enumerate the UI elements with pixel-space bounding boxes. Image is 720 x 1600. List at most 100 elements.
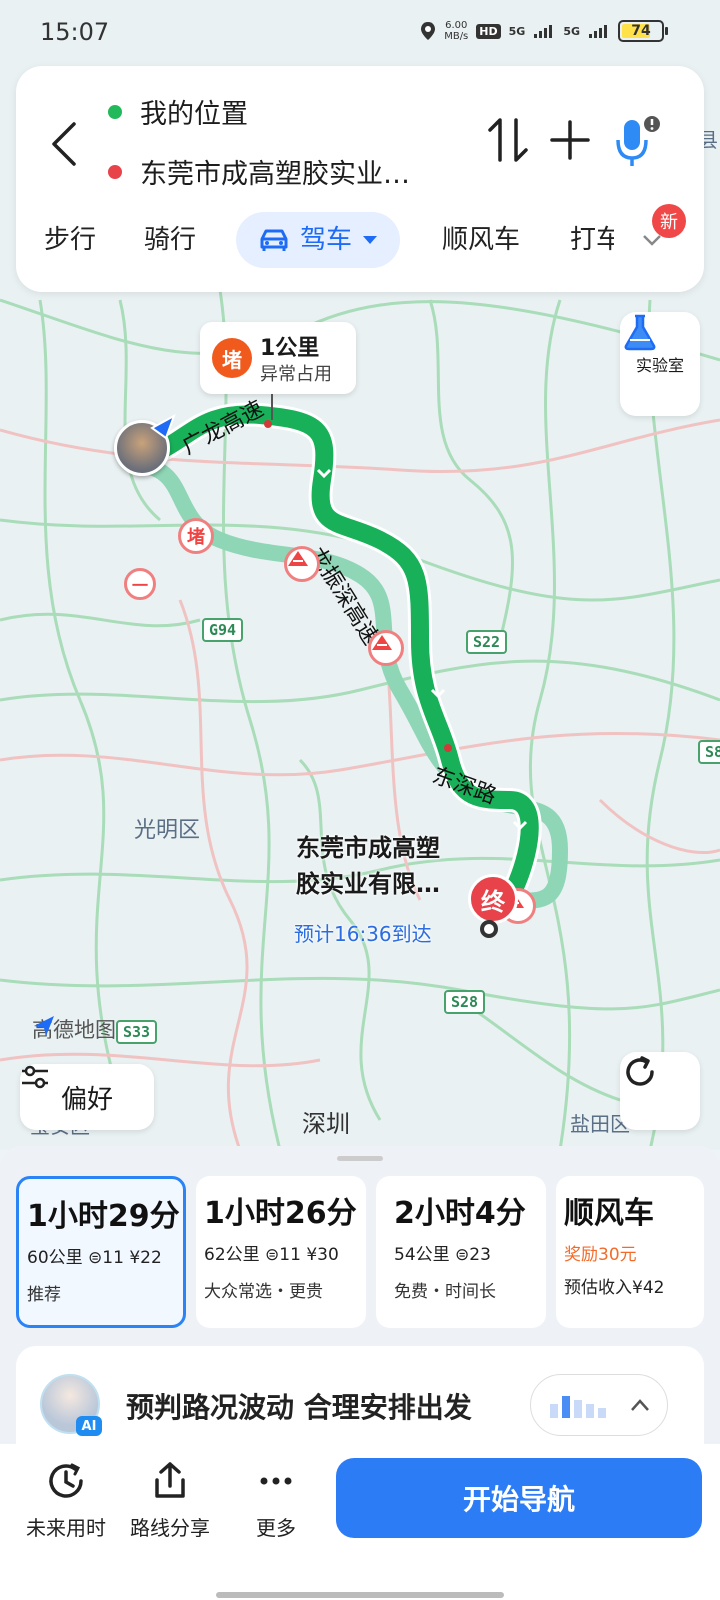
chevron-down-icon[interactable] bbox=[642, 234, 662, 248]
route-lights: 11 bbox=[102, 1248, 124, 1268]
route-lights: 23 bbox=[469, 1245, 491, 1265]
preference-button[interactable]: 偏好 bbox=[20, 1064, 154, 1130]
share-route-button[interactable]: 路线分享 bbox=[120, 1460, 220, 1541]
route-distance: 54公里 bbox=[394, 1245, 450, 1265]
jam-description: 异常占用 bbox=[260, 364, 332, 385]
bottom-action-bar: 未来用时 路线分享 更多 开始导航 bbox=[0, 1444, 720, 1600]
jam-badge-icon: 堵 bbox=[212, 338, 252, 378]
ai-expand-button[interactable] bbox=[530, 1374, 668, 1436]
more-label: 更多 bbox=[256, 1516, 296, 1540]
destination-field[interactable]: 东莞市成高塑胶实业… bbox=[108, 152, 410, 191]
flask-icon bbox=[624, 314, 656, 351]
jam-marker-icon[interactable]: 堵 bbox=[178, 518, 214, 554]
carpool-reward: 奖励30元 bbox=[564, 1245, 637, 1265]
callout-stem bbox=[271, 394, 273, 420]
back-button[interactable] bbox=[44, 114, 84, 174]
chevron-up-icon bbox=[631, 1399, 649, 1411]
location-icon bbox=[421, 22, 436, 40]
highway-shield-g94: G94 bbox=[202, 618, 244, 642]
route-input-card: 我的位置 东莞市成高塑胶实业… 步行 骑行 驾车 顺风车 打车 新 bbox=[16, 66, 704, 292]
status-bar: 15:07 6.00 MB/s HD 5G 5G 74 bbox=[0, 0, 720, 64]
new-badge: 新 bbox=[652, 204, 686, 238]
route-time: 1小时26分 bbox=[204, 1196, 357, 1231]
signal-icon bbox=[534, 25, 553, 38]
start-navigation-button[interactable]: 开始导航 bbox=[336, 1458, 702, 1538]
route-tag: 推荐 bbox=[27, 1285, 61, 1305]
eta-label: 预计16:36到达 bbox=[294, 922, 432, 946]
traffic-light-icon: ⊜ bbox=[455, 1245, 470, 1265]
tab-walk[interactable]: 步行 bbox=[44, 212, 96, 268]
share-route-label: 路线分享 bbox=[130, 1516, 210, 1540]
bar-graph-icon bbox=[550, 1396, 606, 1418]
microphone-icon bbox=[616, 116, 660, 166]
refresh-icon bbox=[626, 1056, 654, 1086]
signal-5g-label: 5G bbox=[508, 24, 526, 38]
tab-drive-label: 驾车 bbox=[300, 225, 353, 255]
battery-level: 74 bbox=[631, 23, 651, 39]
route-time: 2小时4分 bbox=[394, 1196, 526, 1231]
share-icon bbox=[155, 1462, 185, 1498]
hd-badge: HD bbox=[476, 23, 501, 39]
origin-text: 我的位置 bbox=[140, 99, 248, 130]
jam-callout[interactable]: 堵 1公里 异常占用 bbox=[200, 322, 356, 394]
tab-carpool[interactable]: 顺风车 bbox=[442, 212, 520, 268]
signal-5g-label-2: 5G bbox=[563, 24, 580, 38]
car-icon bbox=[260, 229, 288, 251]
route-time: 1小时29分 bbox=[27, 1199, 180, 1234]
sheet-handle[interactable] bbox=[337, 1156, 383, 1161]
future-time-label: 未来用时 bbox=[26, 1516, 106, 1540]
back-arrow-icon bbox=[52, 122, 76, 166]
lab-label: 实验室 bbox=[635, 356, 684, 375]
highway-shield-s33: S33 bbox=[116, 1020, 158, 1044]
tab-bike[interactable]: 骑行 bbox=[144, 212, 196, 268]
preference-label: 偏好 bbox=[60, 1084, 113, 1115]
tab-drive[interactable]: 驾车 bbox=[236, 212, 401, 268]
lab-button[interactable]: 实验室 bbox=[620, 312, 700, 416]
route-info: 54公里 ⊜23 bbox=[384, 1240, 538, 1265]
future-time-button[interactable]: 未来用时 bbox=[16, 1460, 116, 1541]
ai-badge: AI bbox=[76, 1416, 102, 1436]
traffic-light-icon: ⊜ bbox=[265, 1245, 280, 1265]
add-waypoint-button[interactable] bbox=[546, 114, 594, 166]
battery-icon: 74 bbox=[618, 20, 668, 42]
route-option-1[interactable]: 1小时29分 60公里 ⊜11 ¥22 推荐 bbox=[16, 1176, 186, 1328]
route-fee: ¥30 bbox=[306, 1245, 339, 1265]
caret-down-icon bbox=[363, 236, 378, 244]
more-button[interactable]: 更多 bbox=[226, 1460, 326, 1541]
route-option-2[interactable]: 1小时26分 62公里 ⊜11 ¥30 大众常选・更贵 bbox=[196, 1176, 366, 1328]
origin-field[interactable]: 我的位置 bbox=[108, 92, 248, 131]
destination-pin-icon bbox=[480, 920, 498, 938]
route-fee: ¥22 bbox=[129, 1248, 162, 1268]
amap-logo-icon bbox=[34, 1016, 54, 1036]
destination-label: 东莞市成高塑 胶实业有限… bbox=[296, 830, 440, 902]
construction-icon[interactable] bbox=[284, 546, 320, 582]
clock-icon bbox=[49, 1463, 83, 1498]
highway-shield-s28: S28 bbox=[444, 990, 486, 1014]
route-time: 顺风车 bbox=[564, 1196, 654, 1231]
swap-button[interactable] bbox=[486, 114, 530, 166]
destination-label-line2: 胶实业有限… bbox=[296, 870, 440, 898]
construction-icon[interactable] bbox=[368, 630, 404, 666]
voice-input-button[interactable] bbox=[610, 112, 666, 170]
route-option-carpool[interactable]: 顺风车 奖励30元 预估收入¥42 bbox=[556, 1176, 704, 1328]
refresh-button[interactable] bbox=[620, 1052, 700, 1130]
highway-shield-edge: S8 bbox=[698, 740, 720, 764]
destination-text: 东莞市成高塑胶实业… bbox=[140, 159, 410, 190]
carpool-income: 预估收入¥42 bbox=[564, 1278, 665, 1298]
district-label-shenzhen: 深圳 bbox=[302, 1110, 350, 1138]
route-option-3[interactable]: 2小时4分 54公里 ⊜23 免费・时间长 bbox=[376, 1176, 546, 1328]
route-info: 60公里 ⊜11 ¥22 bbox=[27, 1243, 175, 1268]
status-time: 15:07 bbox=[40, 18, 110, 46]
no-entry-icon[interactable]: 一 bbox=[124, 568, 156, 600]
route-tag: 免费・时间长 bbox=[394, 1282, 496, 1302]
tab-taxi[interactable]: 打车 bbox=[570, 212, 614, 268]
home-indicator[interactable] bbox=[216, 1592, 504, 1598]
end-marker-icon[interactable]: 终 bbox=[468, 874, 518, 924]
swap-icon bbox=[488, 118, 528, 162]
net-speed: 6.00 MB/s bbox=[444, 20, 468, 42]
ai-message: 预判路况波动 合理安排出发 bbox=[126, 1391, 472, 1424]
destination-dot-icon bbox=[108, 164, 122, 179]
highway-shield-s22: S22 bbox=[466, 630, 508, 654]
jam-distance: 1公里 bbox=[260, 336, 320, 361]
signal-icon bbox=[589, 25, 607, 38]
